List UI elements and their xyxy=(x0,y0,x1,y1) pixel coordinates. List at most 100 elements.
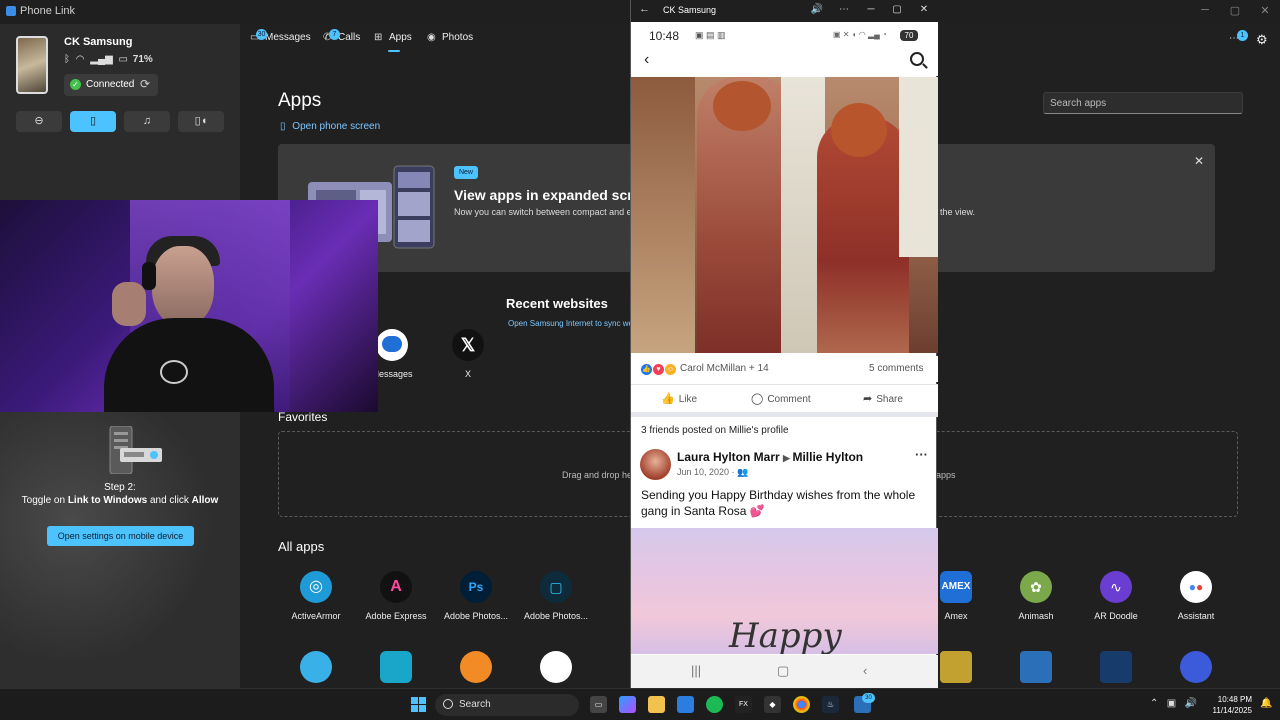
like-button[interactable]: 👍 Like xyxy=(661,392,697,405)
clock-date: 11/14/2025 xyxy=(1212,706,1252,715)
steam-icon[interactable]: ♨ xyxy=(822,696,839,713)
task-view-icon[interactable]: ▭ xyxy=(590,696,607,713)
phone-window-title: CK Samsung xyxy=(663,5,717,15)
phone-battery: 70 xyxy=(900,30,918,41)
home-icon[interactable]: ▢ xyxy=(777,663,789,679)
back-arrow-icon[interactable]: ← xyxy=(639,3,650,15)
bixby-app-icon[interactable] xyxy=(1180,651,1212,683)
tab-calls-label: Calls xyxy=(338,32,361,43)
cloud-app-icon[interactable] xyxy=(300,651,332,683)
close-icon[interactable]: ✕ xyxy=(1256,4,1274,18)
do-not-disturb-button[interactable]: ⊖ xyxy=(16,111,62,132)
share-button[interactable]: ➦ Share xyxy=(863,392,903,405)
audible-app-icon[interactable] xyxy=(460,651,492,683)
open-phone-screen-label: Open phone screen xyxy=(292,121,381,132)
system-tray-icons[interactable]: ⌃ ▣ 🔊 xyxy=(1150,698,1197,709)
back-chevron-icon[interactable]: ‹ xyxy=(644,51,649,69)
audio-transfer-button[interactable]: ▯◖ xyxy=(178,111,224,132)
recent-websites-description[interactable]: Open Samsung Internet to sync websites xyxy=(508,319,632,328)
friends-posted-header: 3 friends posted on Millie's profile xyxy=(641,425,789,436)
x-app-icon[interactable]: 𝕏 xyxy=(452,329,484,361)
taskbar-search[interactable]: Search xyxy=(435,694,579,716)
app-tile[interactable]: A xyxy=(380,571,412,603)
app-diamond-icon[interactable]: ◆ xyxy=(764,696,781,713)
more-options-button[interactable]: ⋯ 1 xyxy=(1229,30,1248,51)
comment-button[interactable]: ◯ Comment xyxy=(751,392,811,405)
setup-step-title: Step 2: xyxy=(104,482,136,493)
maximize-icon[interactable]: ▢ xyxy=(890,4,904,15)
post-image[interactable]: Happy xyxy=(631,528,938,654)
recipient-name[interactable]: Millie Hylton xyxy=(792,450,863,464)
app-tile[interactable]: ◎ xyxy=(300,571,332,603)
refresh-icon[interactable]: ⟳ xyxy=(140,77,150,91)
phone-wallpaper-thumbnail[interactable] xyxy=(16,36,48,94)
minimize-icon[interactable]: ─ xyxy=(1196,4,1214,18)
file-explorer-icon[interactable] xyxy=(648,696,665,713)
close-icon[interactable]: ✕ xyxy=(917,4,931,15)
app-label: Adobe Photos... xyxy=(523,611,589,621)
notification-bell-icon[interactable]: 🔔 xyxy=(1260,698,1272,709)
app-tile[interactable]: ▢ xyxy=(540,571,572,603)
phone-screen-icon: ▯ xyxy=(280,121,286,132)
tab-calls[interactable]: ✆ Calls 7 xyxy=(323,29,361,50)
share-arrow-icon: ➦ xyxy=(863,393,873,405)
taskbar-clock[interactable]: 10:48 PM 11/14/2025 xyxy=(1210,694,1252,716)
minus-circle-icon: ⊖ xyxy=(34,115,44,127)
tab-messages[interactable]: ▭ Messages 30 xyxy=(250,29,311,50)
more-icon[interactable]: ⋯ xyxy=(837,4,851,15)
back-icon[interactable]: ‹ xyxy=(863,663,867,678)
vibrate-button[interactable]: ▯ xyxy=(70,111,116,132)
banner-description-tail: the view. xyxy=(940,207,976,217)
minimize-icon[interactable]: ─ xyxy=(864,4,878,15)
open-phone-screen-link[interactable]: ▯ Open phone screen xyxy=(280,121,380,132)
chrome-icon[interactable] xyxy=(793,696,810,713)
messages-badge: 30 xyxy=(256,29,267,40)
open-settings-button[interactable]: Open settings on mobile device xyxy=(47,526,194,546)
app-tile[interactable]: ●● xyxy=(1180,571,1212,603)
app-tile[interactable]: ✿ xyxy=(1020,571,1052,603)
post-more-icon[interactable]: ··· xyxy=(915,447,928,462)
tiles-app-icon[interactable] xyxy=(1020,651,1052,683)
search-icon[interactable] xyxy=(910,52,924,66)
tab-photos[interactable]: ◉ Photos xyxy=(427,32,473,50)
maximize-icon[interactable]: ▢ xyxy=(1226,4,1244,18)
search-apps-input[interactable]: Search apps xyxy=(1043,92,1243,114)
location-app-icon[interactable] xyxy=(380,651,412,683)
spotify-icon[interactable] xyxy=(706,696,723,713)
phone-link-app: Phone Link ─ ▢ ✕ CK Samsung ᛒ ◠ ▂▄▆ ▭ 71… xyxy=(0,0,1280,720)
post-photo[interactable] xyxy=(631,77,938,353)
author-name[interactable]: Laura Hylton Marr xyxy=(677,450,780,464)
recents-icon[interactable]: ||| xyxy=(691,663,701,678)
app-label: Adobe Photos... xyxy=(443,611,509,621)
tab-apps[interactable]: ⊞ Apps xyxy=(374,32,412,50)
animash-icon: ✿ xyxy=(1020,571,1052,603)
app-tile[interactable]: Ps xyxy=(460,571,492,603)
bank-app-icon[interactable] xyxy=(1100,651,1132,683)
step-bold-link: Link to Windows xyxy=(67,495,148,506)
hud-fx-icon[interactable]: FX xyxy=(735,696,752,713)
all-apps-title: All apps xyxy=(278,539,325,554)
notepad-icon[interactable] xyxy=(677,696,694,713)
music-button[interactable]: ♫ xyxy=(124,111,170,132)
game-app-icon[interactable] xyxy=(940,651,972,683)
battery-icon: ▭ xyxy=(118,54,128,65)
avatar[interactable] xyxy=(640,449,671,480)
comments-count[interactable]: 5 comments xyxy=(869,363,923,374)
app-tile[interactable]: AMEX xyxy=(940,571,972,603)
copilot-icon[interactable] xyxy=(619,696,636,713)
reactions-row[interactable]: 👍 ♥ ☺ Carol McMillan + 14 5 comments xyxy=(631,356,938,382)
windows-start-icon[interactable] xyxy=(411,697,426,712)
messages-app-icon[interactable] xyxy=(376,329,408,361)
settings-gear-icon[interactable]: ⚙ xyxy=(1256,32,1268,50)
android-nav-bar: ||| ▢ ‹ xyxy=(631,655,938,688)
avatar-app-icon[interactable] xyxy=(540,651,572,683)
device-status-icons: ᛒ ◠ ▂▄▆ ▭ 71% xyxy=(64,54,153,65)
volume-icon[interactable]: 🔊 xyxy=(810,4,824,15)
page-title: Apps xyxy=(278,90,322,111)
like-reaction-icon: 👍 xyxy=(641,364,652,375)
connection-status-label: Connected xyxy=(86,79,135,90)
post-author[interactable]: Laura Hylton Marr ▶ Millie Hylton xyxy=(677,450,863,464)
banner-close-icon[interactable]: ✕ xyxy=(1194,154,1204,168)
app-tile[interactable]: ∿ xyxy=(1100,571,1132,603)
amex-icon: AMEX xyxy=(940,571,972,603)
